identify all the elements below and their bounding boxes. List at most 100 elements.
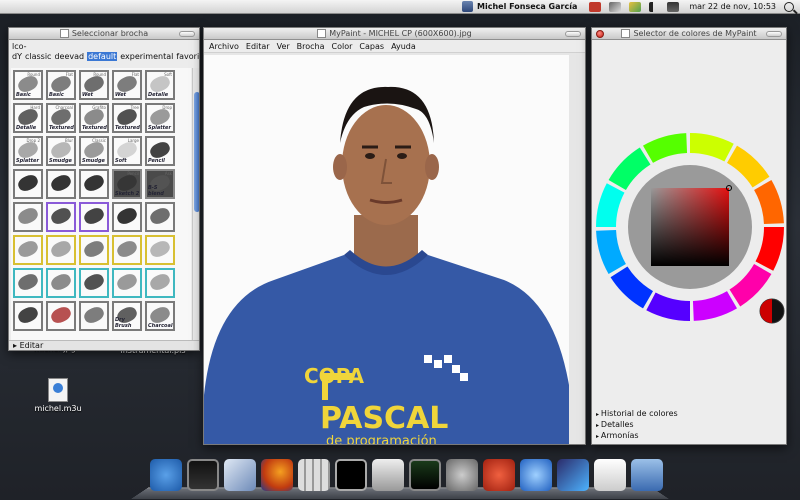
close-button[interactable]	[596, 30, 604, 38]
color-details-expander[interactable]: Detalles	[596, 420, 678, 431]
brush-preset[interactable]	[13, 268, 43, 298]
hue-segment[interactable]	[690, 133, 734, 162]
brush-preset[interactable]	[112, 235, 142, 265]
mypaint-app-icon[interactable]	[631, 459, 663, 491]
brush-group-tab[interactable]: favorites	[176, 52, 199, 61]
sync-app-icon[interactable]	[520, 459, 552, 491]
hue-segment[interactable]	[692, 291, 737, 321]
hue-segment[interactable]	[596, 229, 626, 274]
hue-segment[interactable]	[596, 183, 625, 227]
display-app-icon[interactable]	[187, 459, 219, 491]
hue-segment[interactable]	[755, 227, 784, 271]
brush-preset[interactable]: Flat Wet	[112, 70, 142, 100]
brush-preset[interactable]: Drop Splatter	[145, 103, 175, 133]
tray-app-icon[interactable]	[589, 1, 602, 12]
brush-preset[interactable]	[112, 268, 142, 298]
menu-item[interactable]: Archivo	[209, 42, 239, 51]
brush-preset[interactable]	[79, 301, 109, 331]
color-wheel[interactable]	[592, 118, 787, 418]
brush-preset[interactable]: Charcoal	[145, 301, 175, 331]
brush-scrollbar[interactable]	[192, 68, 199, 344]
brush-preset[interactable]: Classic Smudge	[79, 136, 109, 166]
brush-preset[interactable]	[46, 235, 76, 265]
brush-group-tab[interactable]: classic	[25, 52, 51, 61]
menu-item[interactable]: Brocha	[297, 42, 325, 51]
brush-preset[interactable]: Hard Detalle	[13, 103, 43, 133]
activity-monitor-icon[interactable]	[409, 459, 441, 491]
menu-item[interactable]: Editar	[246, 42, 270, 51]
brush-preset[interactable]	[79, 169, 109, 199]
brush-preset[interactable]	[13, 169, 43, 199]
hue-segment[interactable]	[610, 266, 653, 309]
brush-preset[interactable]	[46, 268, 76, 298]
menu-item[interactable]: Capas	[359, 42, 384, 51]
printer-icon[interactable]	[372, 459, 404, 491]
brush-group-tab[interactable]: default	[87, 52, 118, 61]
brush-preset[interactable]: Grafito Textured	[79, 103, 109, 133]
menu-item[interactable]: Color	[332, 42, 353, 51]
brush-preset[interactable]	[145, 268, 175, 298]
toolbar-toggle-button[interactable]	[766, 31, 782, 37]
brush-preset[interactable]	[112, 202, 142, 232]
toolbar-toggle-button[interactable]	[565, 31, 581, 37]
brush-preset[interactable]	[13, 202, 43, 232]
brush-preset[interactable]: Soft Detalle	[145, 70, 175, 100]
brush-preset[interactable]: Pencil	[145, 136, 175, 166]
toolbar-toggle-button[interactable]	[179, 31, 195, 37]
brush-preset[interactable]	[79, 235, 109, 265]
menubar-clock[interactable]: mar 22 de nov, 10:53	[689, 2, 776, 11]
color-harmonies-expander[interactable]: Armonías	[596, 431, 678, 442]
brush-preset[interactable]: Charcoal Textured	[46, 103, 76, 133]
desktop-icon-michel-m3u[interactable]: michel.m3u	[30, 378, 86, 413]
battery-icon[interactable]	[667, 1, 680, 12]
brush-preset[interactable]	[46, 202, 76, 232]
main-window-titlebar[interactable]: MyPaint - MICHEL CP (600X600).jpg	[204, 28, 585, 40]
hue-segment[interactable]	[754, 180, 784, 225]
brush-preset[interactable]: Ask B-S blend	[145, 169, 175, 199]
tray-pen-icon[interactable]	[609, 1, 622, 12]
tray-display-icon[interactable]	[629, 1, 642, 12]
scrollbar-thumb[interactable]	[194, 92, 199, 212]
brush-preset[interactable]	[13, 235, 43, 265]
menu-item[interactable]: Ayuda	[391, 42, 416, 51]
system-preferences-icon[interactable]	[446, 459, 478, 491]
brush-preset[interactable]	[13, 301, 43, 331]
brush-group-tab[interactable]: deevad	[54, 52, 84, 61]
red-app-icon[interactable]	[483, 459, 515, 491]
calculator-icon[interactable]	[298, 459, 330, 491]
brush-preset[interactable]: Pencil Sketch 2	[112, 169, 142, 199]
brush-preset[interactable]: Tree Textured	[112, 103, 142, 133]
user-avatar[interactable]	[462, 1, 474, 12]
hue-segment[interactable]	[646, 292, 690, 321]
brush-preset[interactable]: Blur Smudge	[46, 136, 76, 166]
hue-segment[interactable]	[729, 264, 772, 307]
brush-edit-expander[interactable]: ▸ Editar	[9, 340, 199, 350]
volume-icon[interactable]	[649, 1, 660, 12]
color-history-expander[interactable]: Historial de colores	[596, 409, 678, 420]
brush-preset[interactable]	[145, 202, 175, 232]
firefox-icon[interactable]	[261, 459, 293, 491]
hue-segment[interactable]	[727, 145, 770, 188]
hue-segment[interactable]	[643, 133, 688, 163]
spotlight-search-icon[interactable]	[784, 1, 794, 12]
user-name[interactable]: Michel Fonseca García	[477, 2, 577, 11]
brush-preset[interactable]	[79, 202, 109, 232]
brush-preset[interactable]: Large Soft	[112, 136, 142, 166]
brush-preset[interactable]: Drop 2 Splatter	[13, 136, 43, 166]
foreground-color-swatch[interactable]	[760, 299, 772, 323]
brush-preset[interactable]	[79, 268, 109, 298]
menu-item[interactable]: Ver	[277, 42, 290, 51]
video-app-icon[interactable]	[557, 459, 589, 491]
brush-preset[interactable]: Round Basic	[13, 70, 43, 100]
brush-preset[interactable]	[46, 169, 76, 199]
mail-app-icon[interactable]	[224, 459, 256, 491]
brush-preset[interactable]	[145, 235, 175, 265]
terminal-icon[interactable]	[335, 459, 367, 491]
hue-segment[interactable]	[608, 147, 651, 190]
brush-preset[interactable]: Round Wet	[79, 70, 109, 100]
color-window-titlebar[interactable]: Selector de colores de MyPaint	[592, 28, 786, 40]
brush-preset[interactable]: Flat Basic	[46, 70, 76, 100]
brush-window-titlebar[interactable]: Seleccionar brocha	[9, 28, 199, 40]
brush-group-tab[interactable]: experimental	[120, 52, 173, 61]
document-stack-icon[interactable]	[594, 459, 626, 491]
